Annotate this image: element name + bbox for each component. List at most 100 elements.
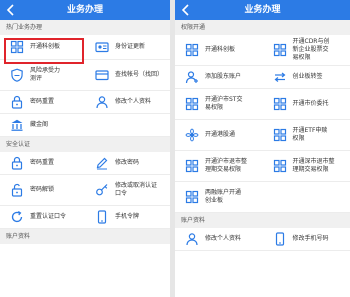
left-screen: 业务办理 热门业务办理开通科创板 身份证更新风险承受力 测评 查找帐号（找回） 密码重… <box>0 0 170 297</box>
section-header: 热门业务办理 <box>0 20 170 35</box>
card-icon <box>95 68 109 82</box>
menu-item-label: 两融账户开通 创业板 <box>205 189 242 204</box>
menu-item[interactable]: 密码重置 <box>0 152 85 174</box>
menu-item[interactable]: 两融账户开通 创业板 <box>175 182 263 212</box>
menu-row: 密码重置 修改密码 <box>0 152 170 175</box>
flower-icon <box>185 128 199 142</box>
menu-item[interactable]: 修改密码 <box>85 152 170 174</box>
menu-item[interactable]: 开通沪市ST交 易权限 <box>175 89 263 119</box>
menu-item-label: 开通市价委托 <box>292 100 329 107</box>
menu-row: 两融账户开通 创业板 <box>175 182 350 213</box>
menu-item[interactable]: 修改个人资料 <box>175 228 263 250</box>
menu-item[interactable]: 身份证更新 <box>85 35 170 59</box>
menu-item[interactable]: 开通港股通 <box>175 120 263 150</box>
menu-row: 开通沪市ST交 易权限 开通市价委托 <box>175 89 350 120</box>
section-header: 账户资料 <box>0 229 170 244</box>
menu-item-label: 密码重置 <box>30 98 55 105</box>
menu-item[interactable]: 开通科创板 <box>175 35 263 65</box>
menu-item-label: 查找帐号（找回） <box>115 71 164 78</box>
menu-item[interactable]: 修改手机号码 <box>263 228 350 250</box>
phone-icon <box>273 232 287 246</box>
menu-row: 添加股东账户 创业板转签 <box>175 66 350 89</box>
top-bar: 业务办理 <box>0 0 170 20</box>
grid-icon <box>185 190 199 204</box>
unlock-icon <box>10 183 24 197</box>
menu-row: 风险承受力 测评 查找帐号（找回） <box>0 60 170 91</box>
grid-icon <box>185 43 199 57</box>
menu-item-label: 开通沪市ST交 易权限 <box>205 96 243 111</box>
menu-item[interactable]: 重置认证口令 <box>0 206 85 228</box>
menu-item[interactable]: 开通CDR与创 新企业股票交 易权限 <box>263 35 350 65</box>
menu-item[interactable]: 开通市价委托 <box>263 89 350 119</box>
menu-item-label: 开通港股通 <box>205 131 236 138</box>
empty-cell <box>85 114 170 136</box>
bank-icon <box>10 118 24 132</box>
menu-item-label: 密码重置 <box>30 159 55 166</box>
right-screen: 业务办理 权限开通开通科创板 开通CDR与创 新企业股票交 易权限添加股东账户 创业… <box>175 0 350 297</box>
menu-item-label: 开通科创板 <box>205 46 236 53</box>
menu-row: 密码重置 修改个人资料 <box>0 91 170 114</box>
menu-item[interactable]: 查找帐号（找回） <box>85 60 170 90</box>
add-person-icon <box>185 70 199 84</box>
menu-item[interactable]: 开通沪市退市整 理期交易权限 <box>175 151 263 181</box>
menu-item[interactable]: 开通深市退市整 理期交易权限 <box>263 151 350 181</box>
page-title: 业务办理 <box>66 5 103 15</box>
menu-item[interactable]: 手机令牌 <box>85 206 170 228</box>
menu-item-label: 密码解锁 <box>30 186 55 193</box>
grid-icon <box>273 159 287 173</box>
section-header: 账户资料 <box>175 213 350 228</box>
menu-item-label: 修改个人资料 <box>115 98 152 105</box>
menu-item-label: 身份证更新 <box>115 43 146 50</box>
menu-item[interactable]: 开通ETF申赎 权限 <box>263 120 350 150</box>
top-bar: 业务办理 <box>175 0 350 20</box>
menu-item-label: 开通深市退市整 理期交易权限 <box>292 158 335 173</box>
left-list: 热门业务办理开通科创板 身份证更新风险承受力 测评 查找帐号（找回） 密码重置 修改个人… <box>0 20 170 244</box>
menu-item[interactable]: 风险承受力 测评 <box>0 60 85 90</box>
pencil-icon <box>95 156 109 170</box>
menu-item-label: 风险承受力 测评 <box>30 67 61 82</box>
id-card-icon <box>95 40 109 54</box>
menu-item[interactable]: 修改个人资料 <box>85 91 170 113</box>
menu-item-label: 修改个人资料 <box>205 235 242 242</box>
menu-item-label: 修改密码 <box>115 159 140 166</box>
menu-item[interactable]: 密码重置 <box>0 91 85 113</box>
menu-row: 开通港股通 开通ETF申赎 权限 <box>175 120 350 151</box>
grid-icon <box>185 159 199 173</box>
right-list: 权限开通 开通科创板 开通CDR与创 新企业股票交 易权限 添加股东账户 创业板转签 开通… <box>175 20 350 251</box>
lock-icon <box>10 95 24 109</box>
section-header: 安全认证 <box>0 137 170 152</box>
menu-item-label: 修改或取消认证 口令 <box>115 182 158 197</box>
menu-row: 密码解锁 修改或取消认证 口令 <box>0 175 170 206</box>
person-icon <box>95 95 109 109</box>
page-title: 业务办理 <box>244 5 281 15</box>
menu-item[interactable]: 修改或取消认证 口令 <box>85 175 170 205</box>
menu-item-label: 开通ETF申赎 权限 <box>292 127 328 142</box>
grid-icon <box>185 97 199 111</box>
shield-icon <box>10 68 24 82</box>
menu-item-label: 开通CDR与创 新企业股票交 易权限 <box>292 38 330 61</box>
menu-row: 修改个人资料 修改手机号码 <box>175 228 350 251</box>
menu-item[interactable]: 藏金阁 <box>0 114 85 136</box>
exchange-icon <box>273 70 287 84</box>
menu-item[interactable]: 添加股东账户 <box>175 66 263 88</box>
refresh-icon <box>10 210 24 224</box>
menu-item-label: 创业板转签 <box>292 73 323 80</box>
grid-icon <box>273 43 287 57</box>
menu-row: 开通科创板 身份证更新 <box>0 35 170 60</box>
menu-item[interactable]: 密码解锁 <box>0 175 85 205</box>
grid-icon <box>273 97 287 111</box>
menu-row: 藏金阁 <box>0 114 170 137</box>
key-icon <box>95 183 109 197</box>
person-icon <box>185 232 199 246</box>
grid-icon <box>273 128 287 142</box>
menu-item[interactable]: 开通科创板 <box>0 35 85 59</box>
menu-item-label: 藏金阁 <box>30 121 49 128</box>
menu-item[interactable]: 创业板转签 <box>263 66 350 88</box>
menu-row: 开通沪市退市整 理期交易权限 开通深市退市整 理期交易权限 <box>175 151 350 182</box>
menu-row: 开通科创板 开通CDR与创 新企业股票交 易权限 <box>175 35 350 66</box>
section-header: 权限开通 <box>175 20 350 35</box>
phone-icon <box>95 210 109 224</box>
menu-item-label: 添加股东账户 <box>205 73 242 80</box>
menu-item-label: 开通科创板 <box>30 43 61 50</box>
menu-item-label: 重置认证口令 <box>30 213 67 220</box>
